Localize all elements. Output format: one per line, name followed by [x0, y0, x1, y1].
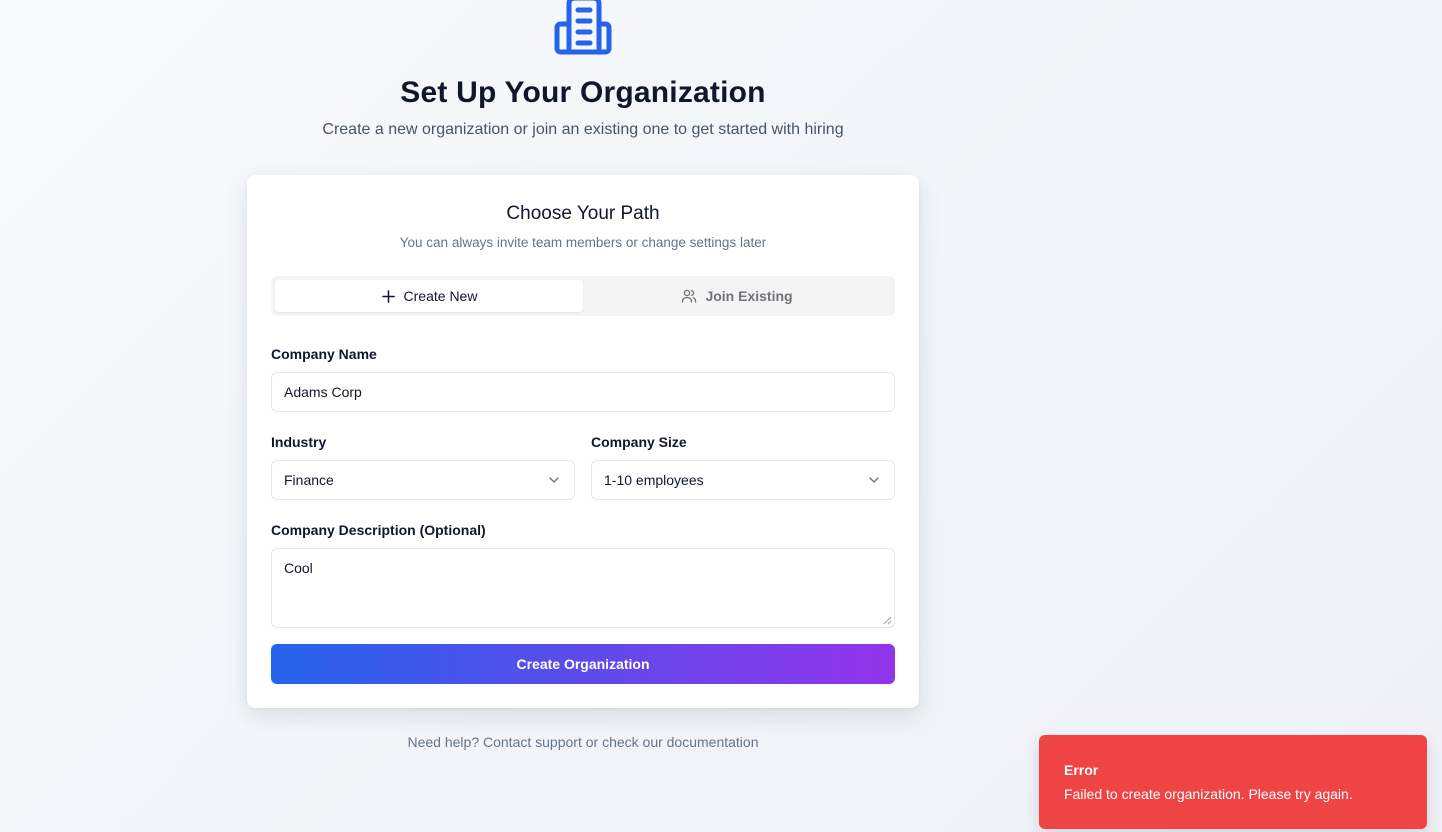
- resize-grip-icon[interactable]: [883, 616, 892, 625]
- help-text: Need help? Contact support or check our …: [407, 734, 759, 750]
- company-size-label: Company Size: [591, 434, 687, 450]
- description-value: Cool: [284, 560, 313, 576]
- chevron-down-icon: [549, 477, 559, 483]
- tab-join-existing[interactable]: Join Existing: [583, 280, 891, 312]
- company-name-input[interactable]: Adams Corp: [271, 372, 895, 412]
- company-name-value: Adams Corp: [284, 384, 362, 400]
- company-size-select[interactable]: 1-10 employees: [591, 460, 895, 500]
- page-title: Set Up Your Organization: [400, 76, 766, 109]
- industry-select[interactable]: Finance: [271, 460, 575, 500]
- card-subtitle: You can always invite team members or ch…: [399, 235, 767, 250]
- company-size-value: 1-10 employees: [604, 472, 704, 488]
- description-label: Company Description (Optional): [271, 522, 486, 538]
- setup-card: Choose Your Path You can always invite t…: [247, 175, 919, 708]
- page-subtitle: Create a new organization or join an exi…: [322, 121, 844, 138]
- tab-create-new-label: Create New: [403, 288, 478, 304]
- toast-message: Failed to create organization. Please tr…: [1064, 786, 1353, 802]
- company-name-label: Company Name: [271, 346, 377, 362]
- tab-join-existing-label: Join Existing: [705, 288, 793, 304]
- create-organization-button[interactable]: Create Organization: [271, 644, 895, 684]
- industry-value: Finance: [284, 472, 334, 488]
- building-icon: [554, 0, 612, 55]
- industry-label: Industry: [271, 434, 327, 450]
- chevron-down-icon: [869, 477, 879, 483]
- card-title: Choose Your Path: [506, 203, 660, 224]
- tab-create-new[interactable]: Create New: [275, 280, 583, 312]
- plus-icon: [381, 289, 395, 303]
- users-icon: [682, 289, 697, 303]
- description-textarea[interactable]: Cool: [271, 548, 895, 628]
- error-toast[interactable]: Error Failed to create organization. Ple…: [1039, 735, 1427, 829]
- path-tabs: Create New Join Existing: [271, 276, 895, 316]
- toast-title: Error: [1064, 762, 1099, 778]
